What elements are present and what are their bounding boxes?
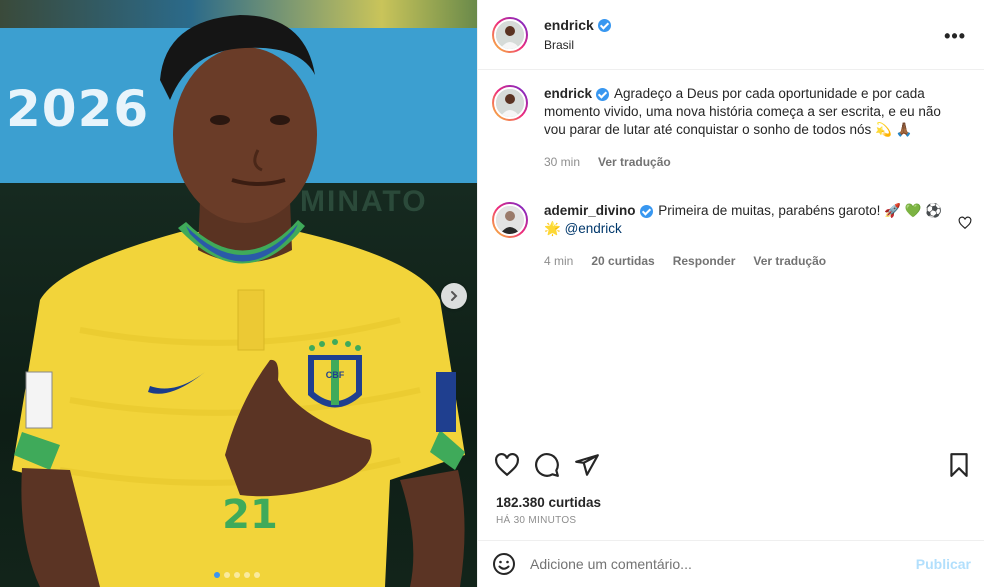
next-media-button[interactable] bbox=[441, 283, 467, 309]
post-sidebar: endrick Brasil ••• endrick Agradeço a De… bbox=[477, 0, 984, 587]
comment-item: ademir_divino Primeira de muitas, parabé… bbox=[492, 202, 972, 270]
author-username[interactable]: endrick bbox=[544, 17, 611, 33]
carousel-dots bbox=[214, 572, 260, 578]
caption-time: 30 min bbox=[544, 155, 581, 169]
caption-translate-link[interactable]: Ver tradução bbox=[598, 153, 671, 171]
post-time[interactable]: HÁ 30 MINUTOS bbox=[496, 515, 576, 526]
right-arm bbox=[400, 470, 465, 587]
player-photo: CBF 21 bbox=[12, 15, 465, 587]
emoji-icon[interactable] bbox=[492, 552, 516, 576]
head bbox=[173, 47, 317, 223]
cbf-text: CBF bbox=[326, 370, 345, 380]
bookmark-icon[interactable] bbox=[946, 452, 972, 478]
more-options-icon[interactable]: ••• bbox=[944, 26, 966, 47]
commenter-avatar[interactable] bbox=[492, 202, 528, 238]
carousel-dot bbox=[214, 572, 220, 578]
post-actions bbox=[494, 452, 974, 478]
share-icon[interactable] bbox=[574, 452, 600, 478]
comment-icon[interactable] bbox=[534, 452, 560, 478]
post-caption: endrick Agradeço a Deus por cada oportun… bbox=[492, 85, 972, 171]
post-media: 2026 MINATO CBF 21 bbox=[0, 0, 477, 587]
post-view: 2026 MINATO CBF 21 endrick Brasil ••• en… bbox=[0, 0, 984, 587]
comment-time: 4 min bbox=[544, 254, 574, 268]
comment-translate-link[interactable]: Ver tradução bbox=[753, 252, 826, 270]
author-username-text[interactable]: endrick bbox=[544, 17, 594, 33]
caption-username[interactable]: endrick bbox=[544, 85, 610, 103]
commenter-username-text[interactable]: ademir_divino bbox=[544, 202, 636, 220]
post-location[interactable]: Brasil bbox=[544, 38, 611, 52]
carousel-dot bbox=[224, 572, 230, 578]
author-avatar[interactable] bbox=[492, 16, 528, 53]
comment-composer: Publicar bbox=[478, 540, 984, 587]
comment-mention-link[interactable]: @endrick bbox=[565, 221, 622, 236]
comment-reply-button[interactable]: Responder bbox=[673, 252, 736, 270]
heart-icon[interactable] bbox=[494, 452, 520, 478]
comment-likes-link[interactable]: 20 curtidas bbox=[591, 252, 654, 270]
commenter-username[interactable]: ademir_divino bbox=[544, 202, 653, 220]
caption-username-text[interactable]: endrick bbox=[544, 85, 592, 103]
verified-badge-icon bbox=[597, 18, 611, 32]
caption-author-avatar[interactable] bbox=[492, 85, 528, 121]
comment-input[interactable] bbox=[530, 556, 900, 572]
carousel-dot bbox=[254, 572, 260, 578]
verified-badge-icon bbox=[639, 204, 653, 218]
comment-like-heart-icon[interactable] bbox=[958, 216, 972, 230]
publish-button[interactable]: Publicar bbox=[916, 556, 971, 572]
likes-count[interactable]: 182.380 curtidas bbox=[496, 495, 601, 510]
sleeve-patch-right bbox=[436, 372, 456, 432]
carousel-dot bbox=[234, 572, 240, 578]
sleeve-patch-left bbox=[25, 371, 53, 429]
jersey-number: 21 bbox=[222, 492, 278, 538]
verified-badge-icon bbox=[596, 87, 610, 101]
post-header: endrick Brasil ••• bbox=[478, 0, 984, 70]
chevron-right-icon bbox=[451, 291, 458, 301]
carousel-dot bbox=[244, 572, 250, 578]
